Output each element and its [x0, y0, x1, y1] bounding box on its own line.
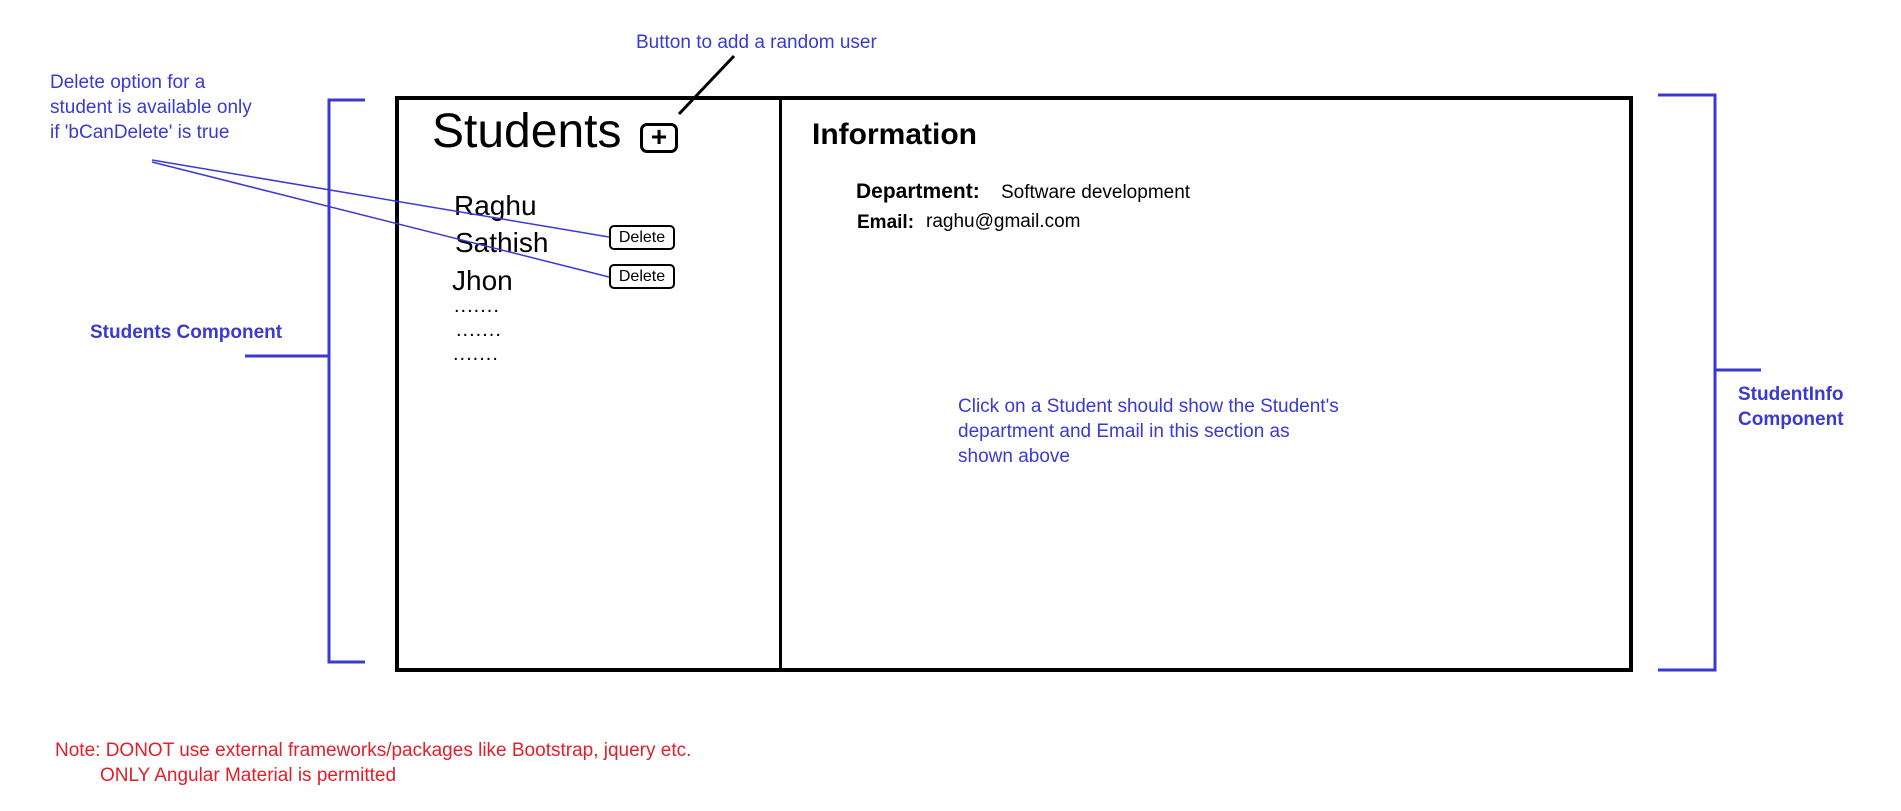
list-dots-1: ....... — [454, 295, 500, 317]
plus-icon: + — [650, 121, 668, 152]
studentinfo-component-bracket — [1658, 93, 1717, 672]
delete-button-1[interactable]: Delete — [609, 225, 675, 250]
students-component-bracket — [327, 98, 365, 664]
department-value: Software development — [1001, 182, 1191, 203]
students-component-label: Students Component — [90, 322, 283, 343]
delete-annotation-line-1: Delete option for a — [50, 72, 206, 93]
students-title: Students — [432, 105, 622, 158]
student-name-sathish[interactable]: Sathish — [455, 227, 548, 259]
studentinfo-component-label-line-1: StudentInfo — [1738, 384, 1844, 405]
list-dots-2: ....... — [456, 319, 502, 341]
click-annotation-line-3: shown above — [958, 446, 1070, 467]
email-label: Email: — [857, 212, 915, 233]
add-user-button[interactable]: + — [640, 123, 678, 153]
click-annotation-line-1: Click on a Student should show the Stude… — [958, 396, 1339, 417]
student-name-raghu[interactable]: Raghu — [454, 190, 537, 222]
information-title: Information — [812, 118, 977, 151]
click-annotation-line-2: department and Email in this section as — [958, 421, 1290, 442]
panel-divider — [779, 96, 782, 672]
note-line-2: ONLY Angular Material is permitted — [100, 765, 397, 786]
email-value: raghu@gmail.com — [926, 211, 1081, 232]
delete-button-2[interactable]: Delete — [609, 264, 675, 289]
studentinfo-component-label-line-2: Component — [1738, 409, 1844, 430]
delete-annotation-line-2: student is available only — [50, 97, 252, 118]
delete-annotation-line-3: if 'bCanDelete' is true — [50, 122, 230, 143]
note-line-1: Note: DONOT use external frameworks/pack… — [55, 740, 692, 761]
department-label: Department: — [856, 180, 980, 203]
add-button-annotation: Button to add a random user — [636, 32, 877, 53]
student-name-jhon[interactable]: Jhon — [452, 265, 513, 297]
list-dots-3: ....... — [453, 343, 499, 365]
